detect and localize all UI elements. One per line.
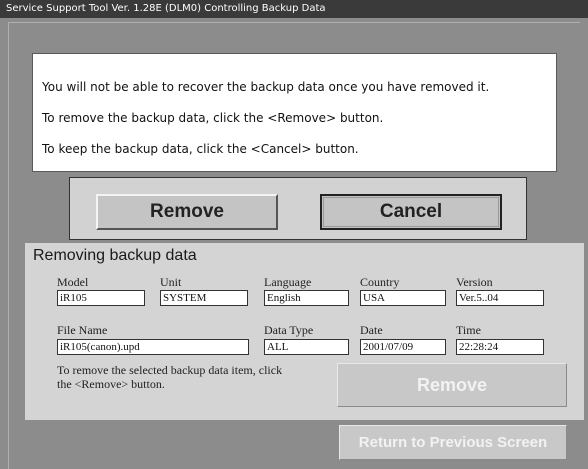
date-label: Date xyxy=(360,323,383,337)
language-field: English xyxy=(264,290,349,306)
unit-field: SYSTEM xyxy=(160,290,248,306)
remove-item-button[interactable]: Remove xyxy=(337,363,567,407)
file-name-field: iR105(canon).upd xyxy=(57,339,249,355)
remove-item-note-line2: the <Remove> button. xyxy=(57,377,165,391)
info-panel-title: Removing backup data xyxy=(33,247,197,264)
backup-info-panel: Removing backup data Model iR105 Unit SY… xyxy=(25,243,584,420)
remove-item-note-line1: To remove the selected backup data item,… xyxy=(57,363,283,377)
time-field: 22:28:24 xyxy=(456,339,544,355)
model-label: Model xyxy=(57,275,89,289)
data-type-label: Data Type xyxy=(264,323,314,337)
language-label: Language xyxy=(264,275,312,289)
remove-instruction: To remove the backup data, click the <Re… xyxy=(42,111,384,125)
window-title-bar: Service Support Tool Ver. 1.28E (DLM0) C… xyxy=(0,0,588,18)
model-field: iR105 xyxy=(57,290,145,306)
version-label: Version xyxy=(456,275,493,289)
cancel-instruction: To keep the backup data, click the <Canc… xyxy=(42,142,359,156)
remove-button[interactable]: Remove xyxy=(96,194,278,230)
return-to-previous-screen-button[interactable]: Return to Previous Screen xyxy=(339,425,567,460)
date-field: 2001/07/09 xyxy=(360,339,446,355)
time-label: Time xyxy=(456,323,481,337)
window-title: Service Support Tool Ver. 1.28E (DLM0) C… xyxy=(6,3,326,14)
country-label: Country xyxy=(360,275,400,289)
remove-item-note: To remove the selected backup data item,… xyxy=(57,363,282,391)
unit-label: Unit xyxy=(160,275,182,289)
country-field: USA xyxy=(360,290,446,306)
version-field: Ver.5..04 xyxy=(456,290,544,306)
data-type-field: ALL xyxy=(264,339,349,355)
cancel-button[interactable]: Cancel xyxy=(320,194,502,230)
warning-message: You will not be able to recover the back… xyxy=(42,80,490,94)
confirmation-message-box: You will not be able to recover the back… xyxy=(32,53,557,172)
file-name-label: File Name xyxy=(57,323,108,337)
confirm-button-panel: Remove Cancel xyxy=(69,177,527,240)
